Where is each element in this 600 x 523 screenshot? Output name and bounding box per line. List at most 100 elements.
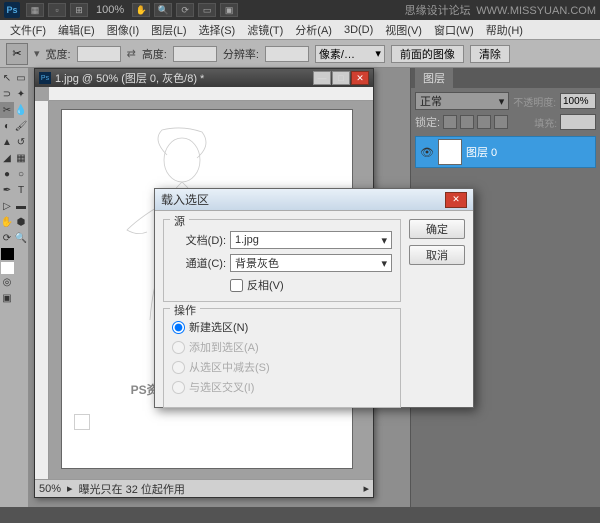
rotate-tool[interactable]: ⟳: [0, 230, 14, 246]
document-title: 1.jpg @ 50% (图层 0, 灰色/8) *: [55, 70, 204, 86]
status-arrow-icon[interactable]: ▸: [67, 482, 73, 495]
type-tool[interactable]: T: [14, 182, 28, 198]
hand-icon[interactable]: ✋: [132, 3, 150, 17]
menu-edit[interactable]: 编辑(E): [52, 20, 101, 40]
rotate-icon[interactable]: ⟳: [176, 3, 194, 17]
dodge-tool[interactable]: ○: [14, 166, 28, 182]
history-brush-tool[interactable]: ↺: [14, 134, 28, 150]
menu-analysis[interactable]: 分析(A): [289, 20, 338, 40]
layers-panel: 正常▾ 不透明度: 100% 锁定: 填充: 100% 👁 图层 0: [411, 88, 600, 172]
path-tool[interactable]: ▷: [0, 198, 14, 214]
add-selection-label: 添加到选区(A): [189, 339, 259, 355]
cancel-button[interactable]: 取消: [409, 245, 465, 265]
app-statusbar: [0, 507, 600, 523]
height-input[interactable]: [173, 46, 217, 62]
bg-color[interactable]: [1, 262, 15, 274]
layers-tab[interactable]: 图层: [415, 68, 453, 88]
stamp-tool[interactable]: ▲: [0, 134, 14, 150]
opacity-value[interactable]: 100%: [560, 93, 596, 109]
fg-color[interactable]: [1, 248, 15, 260]
dialog-close-button[interactable]: ✕: [445, 192, 467, 208]
zoom-icon[interactable]: 🔍: [154, 3, 172, 17]
bridge-icon[interactable]: ▦: [26, 3, 44, 17]
arrange-icon[interactable]: ▭: [198, 3, 216, 17]
quickmask-tool[interactable]: ◎: [0, 274, 14, 290]
shape-tool[interactable]: ▬: [14, 198, 28, 214]
front-image-button[interactable]: 前面的图像: [391, 45, 464, 63]
clear-button[interactable]: 清除: [470, 45, 510, 63]
layer-name[interactable]: 图层 0: [466, 144, 497, 160]
opacity-label: 不透明度:: [513, 94, 556, 109]
document-dropdown[interactable]: 1.jpg▾: [230, 231, 392, 249]
zoom-status[interactable]: 50%: [39, 483, 61, 495]
swap-icon[interactable]: ⇄: [127, 47, 136, 60]
ruler-vertical[interactable]: [35, 101, 49, 479]
marquee-tool[interactable]: ▭: [14, 70, 28, 86]
menu-layer[interactable]: 图层(L): [145, 20, 192, 40]
invert-checkbox[interactable]: [230, 279, 243, 292]
fill-value[interactable]: 100%: [560, 114, 596, 130]
close-button[interactable]: ✕: [351, 71, 369, 85]
channel-dropdown[interactable]: 背景灰色▾: [230, 254, 392, 272]
units-dropdown[interactable]: 像素/…▾: [315, 45, 385, 63]
zoom-value[interactable]: 100%: [96, 4, 124, 16]
chevron-down-icon[interactable]: ▾: [34, 47, 40, 60]
screen-icon[interactable]: ▣: [220, 3, 238, 17]
layout-icon[interactable]: ⊞: [70, 3, 88, 17]
chevron-down-icon: ▾: [381, 234, 387, 247]
visibility-icon[interactable]: 👁: [420, 145, 434, 159]
lock-pixels-icon[interactable]: [460, 115, 474, 129]
ok-button[interactable]: 确定: [409, 219, 465, 239]
lasso-tool[interactable]: ⊃: [0, 86, 14, 102]
document-statusbar: 50% ▸ 曝光只在 32 位起作用 ▸: [35, 479, 373, 497]
hand-tool[interactable]: ✋: [0, 214, 14, 230]
maximize-button[interactable]: □: [332, 71, 350, 85]
eyedropper-tool[interactable]: 💧: [14, 102, 28, 118]
lock-all-icon[interactable]: [494, 115, 508, 129]
ruler-horizontal[interactable]: [49, 87, 373, 101]
zoom-tool[interactable]: 🔍: [14, 230, 28, 246]
lock-position-icon[interactable]: [477, 115, 491, 129]
menu-filter[interactable]: 滤镜(T): [241, 20, 289, 40]
layer-thumbnail[interactable]: [438, 139, 462, 165]
menu-help[interactable]: 帮助(H): [480, 20, 529, 40]
menu-window[interactable]: 窗口(W): [428, 20, 480, 40]
fill-label: 填充:: [534, 115, 557, 130]
crop-tool[interactable]: ✂: [0, 102, 14, 118]
toolbox-col1: ↖ ⊃ ✂ ◐ ▲ ◢ ● ✒ ▷ ✋ ⟳ ◎ ▣: [0, 68, 14, 523]
eraser-tool[interactable]: ◢: [0, 150, 14, 166]
screen-mode-tool[interactable]: ▣: [0, 290, 14, 306]
menu-file[interactable]: 文件(F): [4, 20, 52, 40]
3d-tool[interactable]: ⬢: [14, 214, 28, 230]
wand-tool[interactable]: ✦: [14, 86, 28, 102]
menu-select[interactable]: 选择(S): [193, 20, 242, 40]
menu-image[interactable]: 图像(I): [101, 20, 145, 40]
healing-tool[interactable]: ◐: [0, 118, 14, 134]
gradient-tool[interactable]: ▦: [14, 150, 28, 166]
current-tool-icon[interactable]: ✂: [6, 43, 28, 65]
add-selection-radio: [172, 341, 185, 354]
menu-view[interactable]: 视图(V): [379, 20, 428, 40]
pen-tool[interactable]: ✒: [0, 182, 14, 198]
width-input[interactable]: [77, 46, 121, 62]
move-tool[interactable]: ↖: [0, 70, 14, 86]
resolution-input[interactable]: [265, 46, 309, 62]
layer-row[interactable]: 👁 图层 0: [415, 136, 596, 168]
new-selection-radio[interactable]: [172, 321, 185, 334]
document-titlebar[interactable]: Ps 1.jpg @ 50% (图层 0, 灰色/8) * — □ ✕: [35, 69, 373, 87]
status-menu-icon[interactable]: ▸: [363, 482, 369, 495]
brush-tool[interactable]: 🖌: [14, 118, 28, 134]
dialog-titlebar[interactable]: 载入选区 ✕: [155, 189, 473, 211]
seal-stamp: [74, 414, 90, 430]
minimize-button[interactable]: —: [313, 71, 331, 85]
document-label: 文档(D):: [172, 232, 226, 248]
minibridge-icon[interactable]: ▫: [48, 3, 66, 17]
menu-3d[interactable]: 3D(D): [338, 22, 379, 38]
blur-tool[interactable]: ●: [0, 166, 14, 182]
chevron-down-icon: ▾: [381, 257, 387, 270]
blend-mode-dropdown[interactable]: 正常▾: [415, 92, 509, 110]
lock-transparent-icon[interactable]: [443, 115, 457, 129]
toolbox-col2: ▭ ✦ 💧 🖌 ↺ ▦ ○ T ▬ ⬢ 🔍: [14, 68, 28, 523]
options-bar: ✂ ▾ 宽度: ⇄ 高度: 分辨率: 像素/…▾ 前面的图像 清除: [0, 40, 600, 68]
operation-fieldset: 操作 新建选区(N) 添加到选区(A) 从选区中减去(S) 与选区交叉(I): [163, 308, 401, 408]
